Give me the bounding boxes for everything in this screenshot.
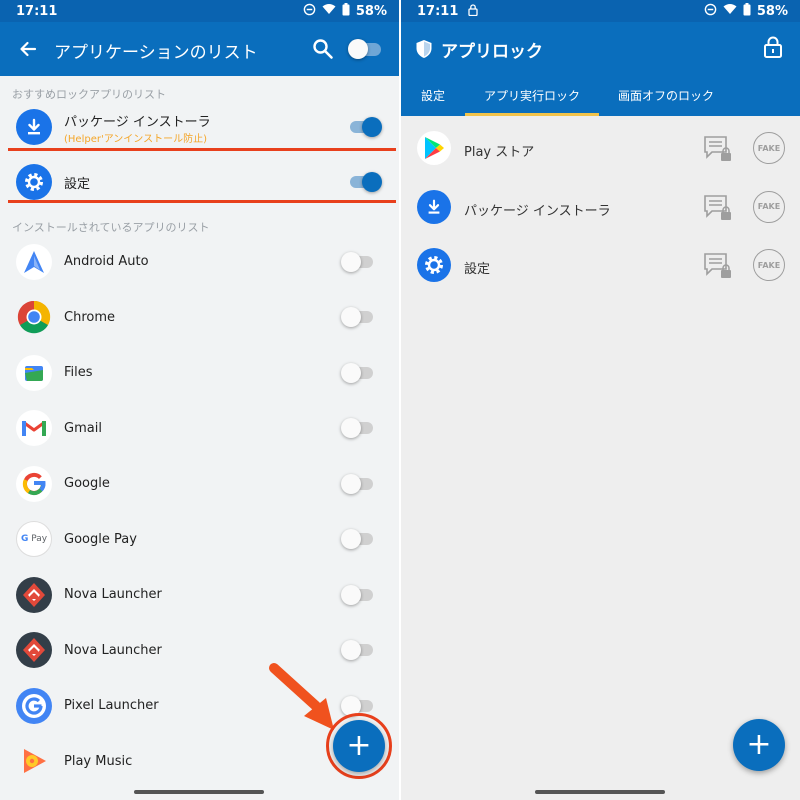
- search-icon[interactable]: [312, 38, 334, 64]
- battery-icon: [743, 2, 751, 20]
- list-item[interactable]: Nova Launcher: [0, 567, 399, 623]
- tab-settings[interactable]: 設定: [401, 74, 465, 116]
- plus-icon: +: [346, 728, 372, 763]
- app-name: Play ストア: [464, 145, 535, 160]
- list-item-package-installer[interactable]: パッケージ インストーラ (Helper'アンインストール防止): [0, 102, 399, 152]
- list-item[interactable]: Gmail: [0, 401, 399, 457]
- app-name: Gmail: [64, 420, 102, 436]
- lock-toggle[interactable]: [341, 251, 373, 272]
- package-installer-icon: [16, 109, 52, 145]
- lock-status-icon: [468, 3, 479, 19]
- locked-app-list: Play ストア FAKE パッケージ インストーラ FAKE 設定 FAKE: [401, 116, 800, 296]
- lock-toggle[interactable]: [341, 362, 373, 383]
- toolbar: アプリロック: [401, 22, 800, 74]
- tab-label: 画面オフのロック: [617, 88, 714, 103]
- nova-launcher-icon: [16, 576, 52, 613]
- lock-toggle[interactable]: [341, 418, 373, 439]
- highlight-underline: [8, 200, 396, 203]
- tab-app-launch-lock[interactable]: アプリ実行ロック: [465, 74, 599, 116]
- status-time: 17:11: [417, 3, 459, 19]
- play-store-icon: [417, 131, 451, 165]
- files-icon: [16, 354, 52, 391]
- list-item[interactable]: 設定 FAKE: [401, 237, 800, 296]
- google-pay-icon: G Pay: [16, 521, 52, 558]
- app-name: Chrome: [64, 309, 115, 325]
- play-music-icon: [16, 743, 52, 779]
- lock-toggle[interactable]: [341, 307, 373, 328]
- app-lock-screen: 17:11 58% アプリロック 設定 アプリ実行ロック 画面オフのロック Pl…: [401, 0, 800, 800]
- app-name: 設定: [64, 176, 91, 192]
- fake-lock-button[interactable]: FAKE: [753, 190, 785, 223]
- gmail-icon: [16, 410, 52, 447]
- app-name: パッケージ インストーラ: [64, 115, 211, 130]
- toolbar: アプリケーションのリスト: [0, 22, 399, 76]
- battery-icon: [342, 2, 350, 20]
- status-time: 17:11: [16, 3, 58, 19]
- app-subtext: (Helper'アンインストール防止): [64, 134, 208, 145]
- list-item[interactable]: パッケージ インストーラ FAKE: [401, 179, 800, 238]
- back-arrow-icon[interactable]: [18, 39, 38, 63]
- plus-icon: +: [746, 727, 772, 762]
- wifi-icon: [723, 3, 737, 19]
- custom-message-lock-icon[interactable]: [703, 193, 733, 227]
- dnd-icon: [704, 3, 717, 20]
- tab-bar: 設定 アプリ実行ロック 画面オフのロック: [401, 74, 800, 116]
- page-title: アプリケーションのリスト: [54, 43, 258, 63]
- status-bar: 17:11 58%: [0, 0, 399, 22]
- battery-percent: 58%: [756, 3, 788, 19]
- fake-lock-button[interactable]: FAKE: [753, 249, 785, 281]
- custom-message-lock-icon[interactable]: [703, 251, 733, 285]
- lock-toggle[interactable]: [341, 473, 373, 494]
- master-toggle[interactable]: [348, 39, 381, 59]
- app-name: Android Auto: [64, 254, 149, 270]
- custom-message-lock-icon[interactable]: [703, 134, 733, 168]
- list-item[interactable]: Android Auto: [0, 234, 399, 290]
- app-name: Google Pay: [64, 531, 137, 547]
- list-item[interactable]: Play ストア FAKE: [401, 120, 800, 179]
- pixel-launcher-icon: [16, 687, 52, 724]
- wifi-icon: [322, 3, 336, 19]
- status-bar: 17:11 58%: [401, 0, 800, 22]
- app-name: Nova Launcher: [64, 642, 162, 658]
- lock-toggle[interactable]: [341, 640, 373, 661]
- shield-icon: [415, 39, 433, 63]
- nova-launcher-icon: [16, 632, 52, 669]
- android-auto-icon: [16, 243, 52, 280]
- add-app-button[interactable]: +: [733, 719, 785, 771]
- tab-screen-off-lock[interactable]: 画面オフのロック: [599, 74, 733, 116]
- list-item[interactable]: Google: [0, 456, 399, 512]
- app-name: Nova Launcher: [64, 587, 162, 603]
- dnd-icon: [303, 3, 316, 20]
- settings-gear-icon: [16, 164, 52, 200]
- package-installer-icon: [417, 189, 451, 224]
- tab-label: 設定: [420, 88, 445, 103]
- tab-label: アプリ実行ロック: [483, 88, 580, 103]
- lock-toggle[interactable]: [341, 529, 373, 550]
- lock-toggle[interactable]: [350, 172, 382, 192]
- list-item[interactable]: G Pay Google Pay: [0, 512, 399, 568]
- settings-gear-icon: [417, 248, 451, 282]
- page-title: アプリロック: [441, 42, 543, 62]
- fake-lock-button[interactable]: FAKE: [753, 132, 785, 164]
- app-name: Google: [64, 476, 110, 492]
- app-list-screen: 17:11 58% アプリケーションのリスト おすすめロックアプリのリスト パッ…: [0, 0, 399, 800]
- add-app-button[interactable]: +: [333, 720, 385, 772]
- chrome-icon: [16, 299, 52, 335]
- app-name: Play Music: [64, 753, 133, 769]
- lock-icon[interactable]: [763, 36, 783, 62]
- google-icon: [16, 465, 52, 502]
- nav-gesture-bar: [535, 790, 665, 794]
- lock-toggle[interactable]: [350, 117, 382, 137]
- list-item[interactable]: Files: [0, 345, 399, 401]
- app-name: パッケージ インストーラ: [464, 203, 611, 219]
- nav-gesture-bar: [134, 790, 264, 794]
- battery-percent: 58%: [355, 3, 387, 19]
- app-name: Pixel Launcher: [64, 698, 159, 714]
- app-name: Files: [64, 365, 93, 381]
- recommended-section-header: おすすめロックアプリのリスト: [12, 88, 166, 101]
- list-item[interactable]: Chrome: [0, 290, 399, 346]
- app-name: 設定: [464, 262, 491, 277]
- lock-toggle[interactable]: [341, 584, 373, 605]
- highlight-underline: [8, 148, 396, 151]
